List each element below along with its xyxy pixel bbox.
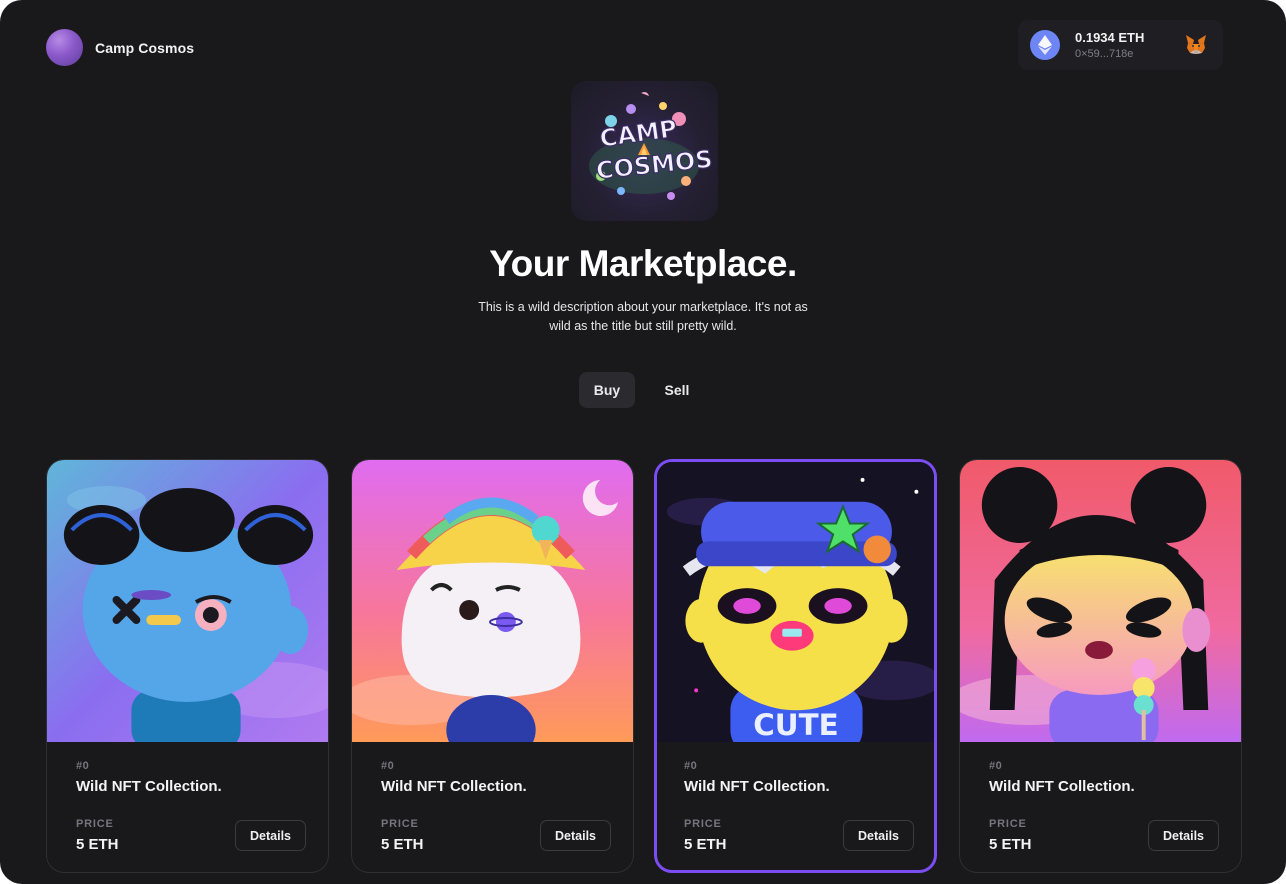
price-label: PRICE (989, 818, 1027, 830)
nft-card[interactable]: #0 Wild NFT Collection. PRICE 5 ETH Deta… (351, 459, 634, 873)
nft-card[interactable]: #0 Wild NFT Collection. PRICE 5 ETH Deta… (46, 459, 329, 873)
price-label: PRICE (76, 818, 114, 830)
price-value: 5 ETH (381, 836, 424, 853)
nft-artwork: CUTE (657, 462, 934, 742)
tab-bar: Buy Sell (579, 372, 705, 408)
details-button[interactable]: Details (1148, 820, 1219, 851)
price-label: PRICE (684, 818, 722, 830)
page-description: This is a wild description about your ma… (478, 300, 808, 333)
price-value: 5 ETH (684, 836, 727, 853)
nft-artwork (352, 460, 633, 742)
page-title: Your Marketplace. (489, 243, 797, 284)
price-value: 5 ETH (989, 836, 1032, 853)
metamask-fox-icon (1186, 35, 1206, 54)
wallet-widget[interactable]: 0.1934 ETH 0×59...718e (1018, 20, 1223, 70)
nft-name: Wild NFT Collection. (381, 778, 527, 795)
app-window: Camp Cosmos 0.1934 ETH 0×59...718e CAMP … (0, 0, 1286, 884)
nft-name: Wild NFT Collection. (76, 778, 222, 795)
brand-logo (46, 29, 83, 66)
nft-id: #0 (381, 760, 395, 772)
nft-artwork (47, 460, 328, 742)
details-button[interactable]: Details (540, 820, 611, 851)
nft-card[interactable]: #0 Wild NFT Collection. PRICE 5 ETH Deta… (959, 459, 1242, 873)
nft-card-selected[interactable]: CUTE #0 Wild NFT Collection. PRICE 5 ETH… (654, 459, 937, 873)
brand-name: Camp Cosmos (95, 39, 195, 56)
details-button[interactable]: Details (843, 820, 914, 851)
nft-name: Wild NFT Collection. (989, 778, 1135, 795)
nft-artwork (960, 460, 1241, 742)
marketplace-logo: CAMP COSMOS (571, 81, 718, 221)
wallet-balance: 0.1934 ETH (1075, 30, 1145, 45)
brand[interactable]: Camp Cosmos (46, 29, 194, 66)
price-value: 5 ETH (76, 836, 119, 853)
nft-id: #0 (684, 760, 698, 772)
shirt-text: CUTE (753, 708, 838, 742)
nft-name: Wild NFT Collection. (684, 778, 830, 795)
nft-id: #0 (989, 760, 1003, 772)
nft-id: #0 (76, 760, 90, 772)
tab-sell[interactable]: Sell (649, 372, 705, 408)
price-label: PRICE (381, 818, 419, 830)
wallet-address: 0×59...718e (1075, 48, 1134, 60)
ethereum-icon (1030, 30, 1060, 60)
details-button[interactable]: Details (235, 820, 306, 851)
tab-buy[interactable]: Buy (579, 372, 635, 408)
